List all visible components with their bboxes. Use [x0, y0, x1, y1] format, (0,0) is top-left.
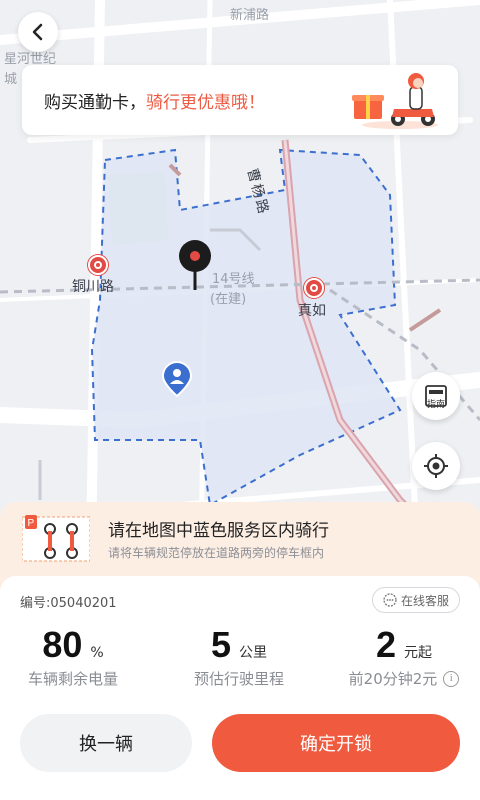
price-value: 2: [375, 624, 397, 665]
bike-id: 编号:05040201: [20, 596, 117, 611]
service-area-banner-title: 请在地图中蓝色服务区内骑行: [108, 521, 329, 541]
locate-me-button[interactable]: [412, 442, 460, 490]
parking-bikes-illustration: P: [22, 515, 90, 562]
stat-range: 5 公里 预估行驶里程: [174, 624, 304, 689]
range-unit: 公里: [239, 645, 268, 661]
map-label-line14-status: (在建): [210, 292, 247, 307]
battery-unit: %: [90, 645, 104, 661]
map-label-metro-tongchuan: 铜川路: [72, 279, 114, 295]
guide-button[interactable]: 指南: [412, 372, 460, 420]
chat-icon: [383, 593, 397, 607]
online-service-label: 在线客服: [400, 593, 449, 608]
switch-bike-button[interactable]: 换一辆: [20, 714, 192, 772]
rider-scooter-illustration: [352, 73, 438, 129]
crosshair-icon: [424, 454, 448, 478]
price-unit: 元起: [404, 645, 433, 661]
map-label-road: 新浦路: [230, 8, 270, 23]
svg-text:P: P: [28, 518, 35, 529]
map-label-poi-2: 城: [4, 72, 18, 87]
map-label-metro-zhenru: 真如: [298, 303, 326, 319]
info-icon[interactable]: i: [443, 670, 460, 687]
metro-icon: [304, 278, 324, 298]
battery-label: 车辆剩余电量: [27, 670, 118, 688]
service-area-banner-subtitle: 请将车辆规范停放在道路两旁的停车框内: [108, 546, 325, 560]
guide-label: 指南: [426, 400, 445, 410]
metro-icon: [88, 255, 108, 275]
stat-battery: 80 % 车辆剩余电量: [8, 624, 138, 689]
range-value: 5: [210, 624, 232, 665]
confirm-unlock-button[interactable]: 确定开锁: [212, 714, 460, 772]
chevron-left-icon: [32, 23, 43, 41]
online-service-button[interactable]: 在线客服: [372, 587, 460, 613]
promo-text: 购买通勤卡，: [44, 92, 146, 113]
promo-highlight: 骑行更优惠哦！: [146, 92, 265, 113]
range-label: 预估行驶里程: [193, 670, 284, 688]
map-label-line14: 14号线: [212, 272, 255, 287]
price-label: 前20分钟2元: [348, 670, 438, 688]
service-area: [90, 148, 402, 507]
back-button[interactable]: [18, 12, 58, 52]
commuter-card-promo[interactable]: 购买通勤卡， 骑行更优惠哦！: [22, 65, 458, 135]
stat-price[interactable]: 2 元起 前20分钟2元 i: [338, 624, 470, 689]
battery-value: 80: [42, 624, 83, 665]
